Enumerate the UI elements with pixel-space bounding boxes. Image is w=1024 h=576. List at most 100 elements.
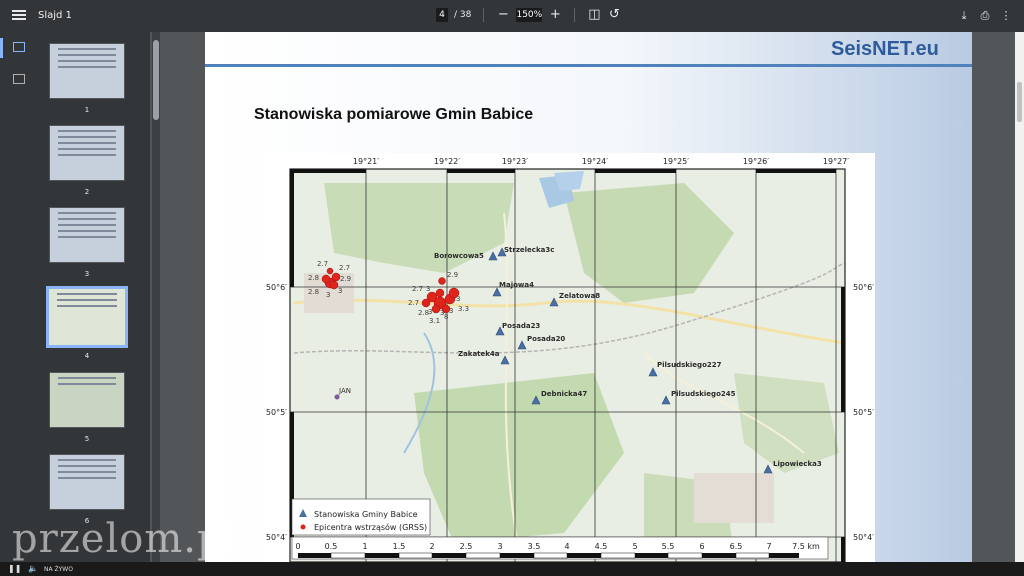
station-label: Majowa4 xyxy=(499,281,534,289)
legend-stations-label: Stanowiska Gminy Babice xyxy=(314,510,418,519)
thumbnail-scrollbar-thumb[interactable] xyxy=(153,40,159,120)
station-label: Strzelecka3c xyxy=(504,246,554,254)
zoom-out-button[interactable]: − xyxy=(496,8,510,22)
magnitude-label: 3 xyxy=(338,287,342,295)
magnitude-label: 2.8 xyxy=(308,288,319,296)
rotate-icon[interactable]: ↺ xyxy=(607,8,621,22)
slide-title: Stanowiska pomiarowe Gmin Babice xyxy=(254,106,534,123)
menu-icon[interactable] xyxy=(12,8,26,22)
zoom-in-button[interactable]: + xyxy=(548,8,562,22)
magnitude-label: 2.7 xyxy=(412,285,423,293)
thumbnail-number: 1 xyxy=(84,106,90,114)
station-map: 19°21′ 19°22′ 19°23′ 19°24′ 19°25′ 19°26… xyxy=(264,153,875,562)
magnitude-label: 2.7 xyxy=(317,260,328,268)
scale-label: 4 xyxy=(564,542,569,551)
legend-epicentre-symbol xyxy=(300,524,306,530)
lon-label: 19°24′ xyxy=(582,157,608,166)
magnitude-label: 2.9 xyxy=(447,271,458,279)
scale-label: 6 xyxy=(699,542,704,551)
pdf-toolbar: Slajd 1 4 / 38 − 150% + ◫ ↺ ⤓ ⎙ ⋮ xyxy=(0,0,1024,32)
thumbnail-panel: 1 2 3 4 5 6 xyxy=(40,32,150,562)
lat-label: 50°6′ xyxy=(266,283,287,292)
thumbnail-page[interactable] xyxy=(49,372,125,428)
thumbnail-page[interactable] xyxy=(49,454,125,510)
map-svg: 19°21′ 19°22′ 19°23′ 19°24′ 19°25′ 19°26… xyxy=(266,157,874,562)
volume-icon[interactable]: 🔈 xyxy=(28,564,38,574)
video-player-bar: ❚❚ 🔈 NA ŻYWO xyxy=(0,562,1024,576)
divider xyxy=(574,8,576,22)
magnitude-label: 8 xyxy=(444,313,448,321)
thumbnail-page-selected[interactable] xyxy=(46,286,128,348)
scale-label: 1 xyxy=(362,542,367,551)
thumbnail-number: 2 xyxy=(84,188,90,196)
magnitude-label: 2.8 xyxy=(418,309,429,317)
lon-label: 19°23′ xyxy=(502,157,528,166)
page-controls: 4 / 38 − 150% + ◫ ↺ xyxy=(436,8,621,22)
thumbnail-page[interactable] xyxy=(49,125,125,181)
reference-station-label: JAN xyxy=(338,387,351,395)
thumbnail-number: 5 xyxy=(84,435,90,443)
lon-label: 19°27′ xyxy=(823,157,849,166)
live-label: NA ŻYWO xyxy=(44,566,73,573)
scale-label: 7 xyxy=(766,542,771,551)
station-label: Posada20 xyxy=(527,335,565,343)
brand-logo: SeisNET.eu xyxy=(831,38,939,60)
scale-label: 5 xyxy=(632,542,637,551)
magnitude-label: 2.7 xyxy=(339,264,350,272)
thumbnail-page[interactable] xyxy=(49,207,125,263)
print-icon[interactable]: ⎙ xyxy=(979,10,991,22)
zoom-input[interactable]: 150% xyxy=(516,8,543,22)
document-title: Slajd 1 xyxy=(38,10,72,21)
epicentre xyxy=(431,304,441,314)
magnitude-label: 2.7 xyxy=(408,299,419,307)
scale-label: 6.5 xyxy=(730,542,743,551)
viewer-scrollbar-thumb[interactable] xyxy=(1017,82,1022,122)
lat-label: 50°6′ xyxy=(853,283,874,292)
fit-page-icon[interactable]: ◫ xyxy=(587,8,601,22)
scale-label: 0 xyxy=(295,542,300,551)
scale-label: 3 xyxy=(497,542,502,551)
pause-icon[interactable]: ❚❚ xyxy=(8,565,21,573)
watermark-logo: przelom.pl xyxy=(12,516,238,562)
station-label: Posada23 xyxy=(502,322,540,330)
epicentre xyxy=(421,298,431,308)
thumbnail-number: 3 xyxy=(84,270,90,278)
download-icon[interactable]: ⤓ xyxy=(958,10,970,22)
lon-label: 19°22′ xyxy=(434,157,460,166)
reference-station-marker xyxy=(334,394,340,400)
magnitude-label: 3 xyxy=(326,291,330,299)
magnitude-label: 3 xyxy=(426,285,430,293)
scale-label: 7.5 km xyxy=(792,542,820,551)
page-number-input[interactable]: 4 xyxy=(436,8,448,22)
scale-label: 3.5 xyxy=(528,542,541,551)
epicentre xyxy=(438,277,446,285)
epicentre xyxy=(326,267,334,275)
scale-segments xyxy=(298,552,799,559)
lon-label: 19°25′ xyxy=(663,157,689,166)
outline-icon[interactable] xyxy=(13,74,25,84)
magnitude-label: 2.9 xyxy=(340,275,351,283)
lat-label: 50°4′ xyxy=(266,533,287,542)
scale-label: 2 xyxy=(429,542,434,551)
station-label: Zelatowa8 xyxy=(559,292,600,300)
slide-page: SeisNET.eu Stanowiska pomiarowe Gmin Bab… xyxy=(205,32,972,562)
epicentre xyxy=(329,280,339,290)
magnitude-label: 3.3 xyxy=(458,305,469,313)
more-vert-icon[interactable]: ⋮ xyxy=(1000,10,1012,22)
thumbnail-number: 4 xyxy=(84,352,90,360)
scale-label: 2.5 xyxy=(460,542,473,551)
legend-epicentres-label: Epicentra wstrząsów (GRSS) xyxy=(314,522,427,532)
thumbnail-page[interactable] xyxy=(49,43,125,99)
magnitude-label: 3.1 xyxy=(429,317,440,325)
scale-label: 1.5 xyxy=(393,542,406,551)
urban-area xyxy=(694,473,774,523)
station-label: Lipowiecka3 xyxy=(773,460,822,468)
page-total: / 38 xyxy=(454,10,472,20)
lat-label: 50°5′ xyxy=(853,408,874,417)
lat-label: 50°5′ xyxy=(266,408,287,417)
thumbnails-icon[interactable] xyxy=(13,42,25,52)
epicentre xyxy=(331,272,341,282)
active-indicator xyxy=(0,38,3,58)
lat-label: 50°4′ xyxy=(853,533,874,542)
viewer-scrollbar[interactable] xyxy=(1015,32,1024,562)
